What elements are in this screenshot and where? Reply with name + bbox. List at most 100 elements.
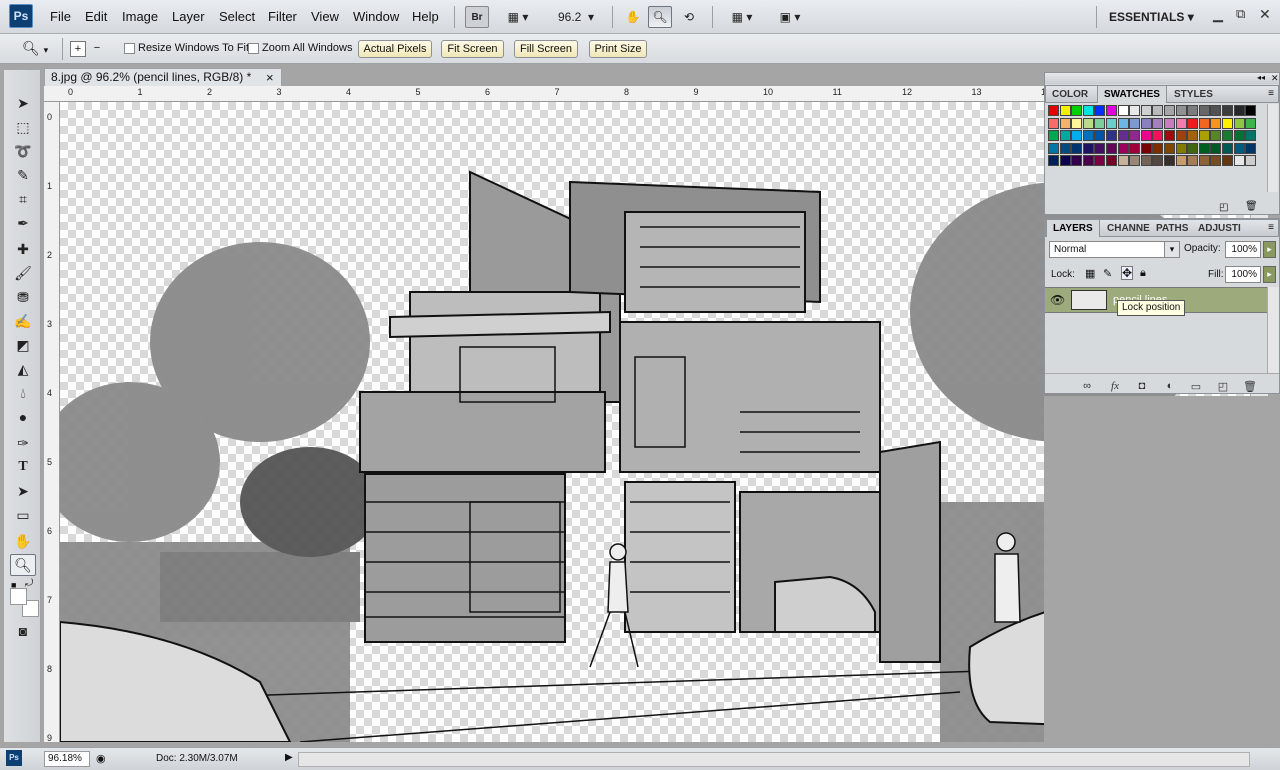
color-swatch[interactable]	[1210, 155, 1222, 167]
menu-window[interactable]: Window	[353, 9, 399, 24]
history-brush-tool-icon[interactable]: ✍	[10, 310, 36, 332]
color-swatch[interactable]	[1175, 105, 1187, 116]
color-swatch[interactable]	[1117, 130, 1129, 142]
color-swatch[interactable]	[1210, 117, 1222, 129]
color-swatch[interactable]	[1175, 130, 1187, 142]
color-swatch[interactable]	[1106, 155, 1117, 167]
fill-slider-toggle[interactable]: ▸	[1263, 266, 1276, 283]
color-swatch[interactable]	[1175, 117, 1187, 129]
swatches-scrollbar[interactable]	[1267, 104, 1278, 192]
color-swatch[interactable]	[1082, 155, 1094, 167]
clone-stamp-tool-icon[interactable]: ⛃	[10, 286, 36, 308]
layer-mask-icon[interactable]: ◘	[1135, 380, 1149, 394]
hand-tool-icon[interactable]: ✋	[10, 530, 36, 552]
color-swatch[interactable]	[1106, 130, 1117, 142]
horizontal-scrollbar[interactable]	[298, 752, 1250, 767]
resize-windows-checkbox[interactable]	[124, 43, 135, 54]
color-swatch[interactable]	[1187, 130, 1199, 142]
color-swatch[interactable]	[1233, 105, 1245, 116]
color-swatch[interactable]	[1071, 130, 1083, 142]
zoom-in-icon[interactable]: +	[70, 41, 86, 57]
document-tab[interactable]: 8.jpg @ 96.2% (pencil lines, RGB/8) * ×	[44, 68, 282, 86]
color-swatch[interactable]	[1245, 105, 1257, 116]
close-window-icon[interactable]: ✕	[1259, 6, 1271, 23]
tab-layers[interactable]: LAYERS	[1046, 220, 1100, 237]
move-tool-icon[interactable]: ➤	[10, 92, 36, 114]
eraser-tool-icon[interactable]: ◩	[10, 334, 36, 356]
color-swatch[interactable]	[1106, 117, 1117, 129]
color-swatch[interactable]	[1106, 105, 1117, 116]
lasso-tool-icon[interactable]: ➰	[10, 140, 36, 162]
fill-field[interactable]: 100%	[1225, 266, 1261, 283]
foreground-color-swatch[interactable]	[10, 588, 27, 605]
color-swatch[interactable]	[1106, 142, 1117, 154]
swatch-grid[interactable]	[1048, 105, 1260, 191]
print-size-button[interactable]: Print Size	[589, 40, 647, 58]
color-swatch[interactable]	[1175, 142, 1187, 154]
color-swatch[interactable]	[1245, 155, 1257, 167]
color-swatch[interactable]	[1222, 117, 1233, 129]
menu-view[interactable]: View	[311, 9, 339, 24]
zoom-out-icon[interactable]: −	[89, 41, 105, 57]
color-swatch[interactable]	[1129, 117, 1141, 129]
color-swatch[interactable]	[1082, 117, 1094, 129]
color-swatch[interactable]	[1222, 142, 1233, 154]
delete-layer-icon[interactable]: 🗑︎	[1243, 380, 1257, 394]
fill-screen-button[interactable]: Fill Screen	[514, 40, 578, 58]
menu-filter[interactable]: Filter	[268, 9, 297, 24]
actual-pixels-button[interactable]: Actual Pixels	[358, 40, 432, 58]
color-swatch[interactable]	[1117, 142, 1129, 154]
status-info-icon[interactable]: ◉	[96, 752, 106, 765]
crop-tool-icon[interactable]: ⌗	[10, 188, 36, 210]
color-swatch[interactable]	[1233, 117, 1245, 129]
color-swatch[interactable]	[1164, 142, 1175, 154]
color-swatch[interactable]	[1140, 155, 1152, 167]
layers-scrollbar[interactable]	[1267, 287, 1279, 373]
color-swatch[interactable]	[1198, 155, 1210, 167]
color-swatch[interactable]	[1187, 117, 1199, 129]
color-swatch[interactable]	[1140, 105, 1152, 116]
color-swatch[interactable]	[1059, 130, 1071, 142]
zoom-percent-field[interactable]: 96.18%	[44, 751, 90, 767]
color-swatch[interactable]	[1152, 130, 1164, 142]
menu-edit[interactable]: Edit	[85, 9, 107, 24]
arrange-documents-icon[interactable]: ▦ ▾	[722, 6, 762, 28]
color-swatch[interactable]	[1117, 105, 1129, 116]
mini-bridge-icon[interactable]: ▦ ▾	[500, 6, 536, 28]
color-swatch[interactable]	[1198, 105, 1210, 116]
color-swatch[interactable]	[1071, 155, 1083, 167]
color-swatch[interactable]	[1222, 155, 1233, 167]
type-tool-icon[interactable]: T	[10, 456, 36, 478]
color-swatch[interactable]	[1187, 105, 1199, 116]
color-swatch[interactable]	[1048, 105, 1059, 116]
zoom-all-windows-checkbox[interactable]	[248, 43, 259, 54]
panel-menu-icon[interactable]: ≡	[1268, 88, 1274, 99]
zoom-level-dropdown[interactable]: 96.2 ▾	[548, 6, 604, 28]
new-group-icon[interactable]: ▭	[1189, 380, 1203, 394]
color-swatch[interactable]	[1048, 142, 1059, 154]
hand-icon[interactable]: ✋	[621, 6, 645, 28]
color-swatch[interactable]	[1198, 130, 1210, 142]
fit-screen-button[interactable]: Fit Screen	[441, 40, 504, 58]
brush-tool-icon[interactable]: 🖌︎	[10, 262, 36, 284]
color-swatch[interactable]	[1245, 142, 1257, 154]
zoom-tool-icon[interactable]: 🔍︎	[10, 554, 36, 576]
color-swatch[interactable]	[1082, 142, 1094, 154]
paint-bucket-tool-icon[interactable]: ◭	[10, 358, 36, 380]
color-swatch[interactable]	[1140, 130, 1152, 142]
color-swatch[interactable]	[1245, 117, 1257, 129]
color-swatch[interactable]	[1117, 155, 1129, 167]
marquee-tool-icon[interactable]: ⬚	[10, 116, 36, 138]
menu-select[interactable]: Select	[219, 9, 255, 24]
rotate-view-icon[interactable]: ⟲	[677, 6, 701, 28]
panel-menu-icon[interactable]: ≡	[1268, 222, 1274, 233]
restore-icon[interactable]: ⧉	[1236, 6, 1245, 22]
color-swatch[interactable]	[1094, 155, 1106, 167]
quick-mask-icon[interactable]: ◙	[10, 620, 36, 642]
color-swatch[interactable]	[1140, 117, 1152, 129]
color-swatch[interactable]	[1164, 117, 1175, 129]
link-layers-icon[interactable]: ∞	[1080, 380, 1094, 394]
color-swatch[interactable]	[1129, 142, 1141, 154]
tab-adjustments[interactable]: ADJUSTI	[1192, 220, 1247, 237]
screen-mode-icon[interactable]: ▣ ▾	[770, 6, 810, 28]
